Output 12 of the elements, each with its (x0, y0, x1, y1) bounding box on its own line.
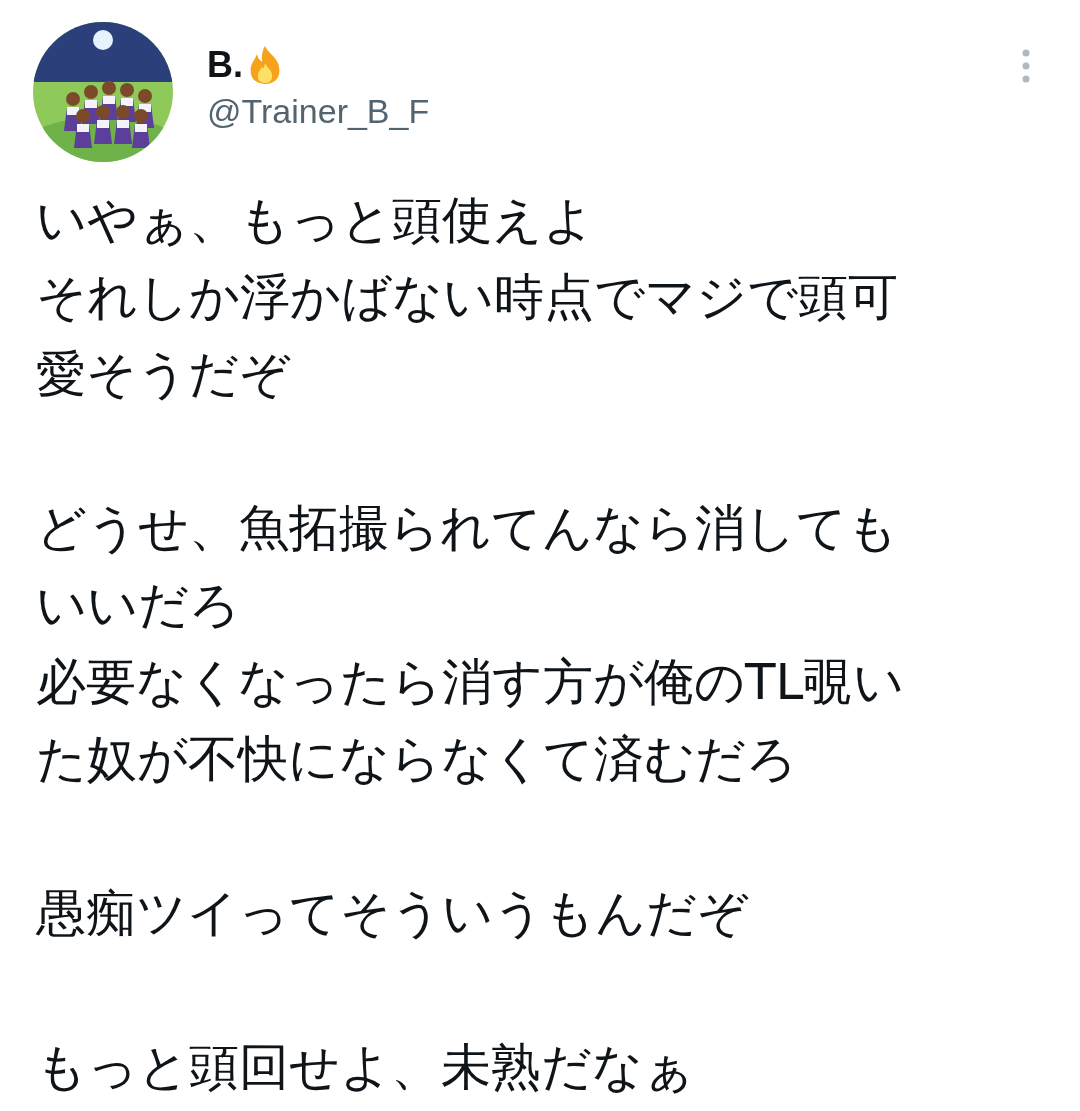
tweet-text-line: それしか浮かばない時点でマジで頭可 (36, 268, 898, 326)
tweet-text-line: いやぁ、もっと頭使えよ (36, 191, 594, 249)
tweet-text-line: もっと頭回せよ、未熟だなぁ (36, 1038, 694, 1096)
tweet-text-line: た奴が不快にならなくて済むだろ (36, 730, 797, 788)
tweet-text-line: 必要なくなったら消す方が俺のTL覗い (36, 653, 905, 711)
user-name[interactable]: B. (207, 44, 243, 86)
user-handle[interactable]: @Trainer_B_F (207, 92, 430, 131)
tweet-text-line: どうせ、魚拓撮られてんなら消しても (36, 499, 898, 557)
tweet-text-line: 愚痴ツイってそういうもんだぞ (36, 884, 748, 942)
more-options-icon[interactable] (1021, 48, 1031, 84)
tweet-text-line: 愛そうだぞ (36, 345, 290, 403)
tweet-text-line: いいだろ (36, 576, 240, 634)
